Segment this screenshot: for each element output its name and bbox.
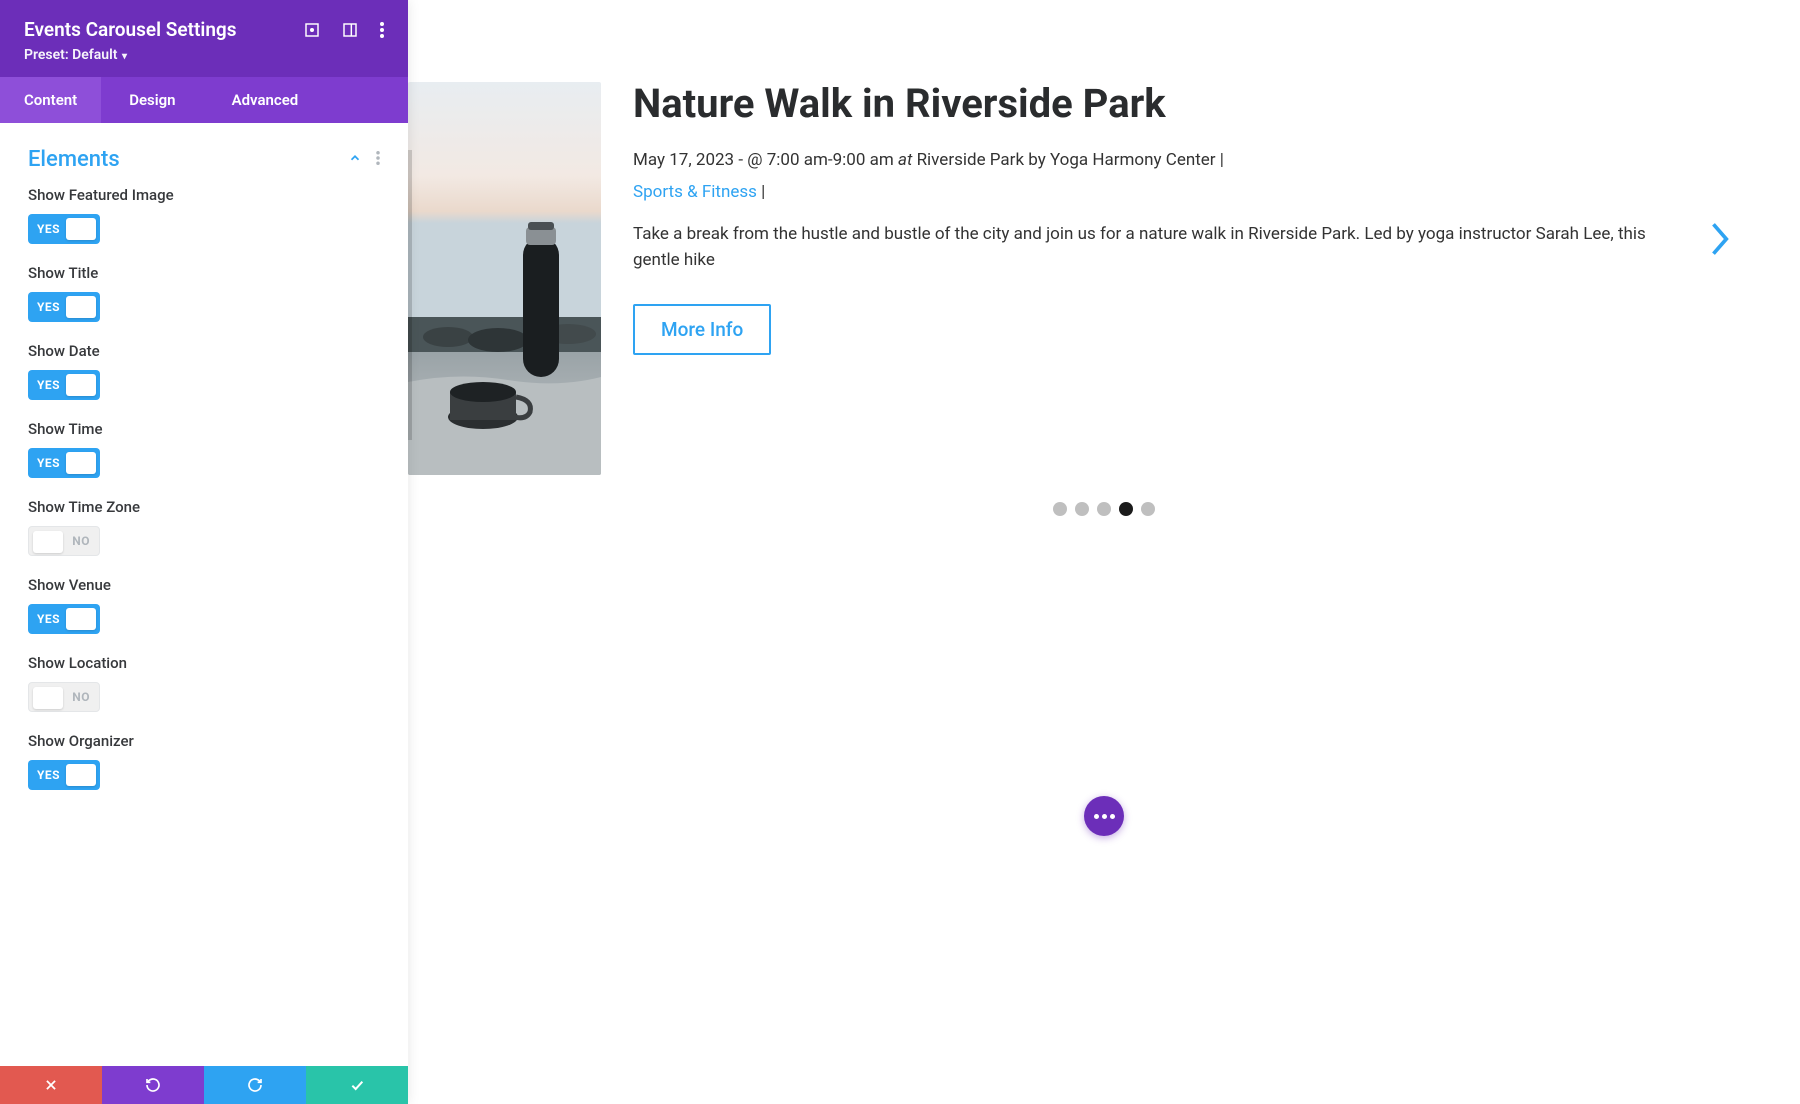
field-label: Show Venue [28,576,380,594]
tab-content[interactable]: Content [0,77,101,123]
field-row: Show Title YES [28,264,380,322]
carousel-next-button[interactable] [1708,220,1730,262]
collapse-icon[interactable] [348,150,362,169]
event-at-label: at [898,150,912,170]
event-venue: Riverside Park [917,150,1025,170]
toggle-switch[interactable]: NO [28,526,100,556]
field-label: Show Location [28,654,380,672]
field-label: Show Date [28,342,380,360]
toggle-switch[interactable]: YES [28,214,100,244]
carousel-dot[interactable] [1075,502,1089,516]
section-header: Elements [28,137,380,186]
event-title: Nature Walk in Riverside Park [633,82,1690,126]
panel-title: Events Carousel Settings [24,18,237,41]
tab-advanced[interactable]: Advanced [204,77,327,123]
carousel-dot[interactable] [1119,502,1133,516]
preview-shadow [408,150,412,440]
field-row: Show Featured Image YES [28,186,380,244]
event-featured-image [408,82,601,475]
carousel-dots [1053,502,1155,516]
panel-body: Elements Show Featured ImageYESShow Titl… [0,123,408,1066]
panel-tabs: Content Design Advanced [0,77,408,123]
preset-dropdown[interactable]: Preset: Default ▾ [24,47,384,63]
field-row: Show Time Zone NO [28,498,380,556]
event-meta-line2: Sports & Fitness | [633,180,1690,206]
event-category-link[interactable]: Sports & Fitness [633,182,757,202]
more-info-button[interactable]: More Info [633,304,771,355]
event-meta-line: May 17, 2023 - @ 7:00 am-9:00 am at Rive… [633,148,1690,174]
event-time: @ 7:00 am-9:00 am [747,150,893,170]
carousel-dot[interactable] [1053,502,1067,516]
toggle-switch[interactable]: YES [28,760,100,790]
field-label: Show Featured Image [28,186,380,204]
event-date: May 17, 2023 [633,150,734,170]
event-by-label: by [1028,150,1046,170]
event-organizer: Yoga Harmony Center [1050,150,1216,170]
field-row: Show Venue YES [28,576,380,634]
undo-button[interactable] [102,1066,204,1104]
field-row: Show Location NO [28,654,380,712]
tab-design[interactable]: Design [101,77,203,123]
field-label: Show Time [28,420,380,438]
page-settings-fab[interactable] [1084,796,1124,836]
section-more-icon[interactable] [376,150,380,169]
event-card: Nature Walk in Riverside Park May 17, 20… [408,82,1800,475]
toggle-switch[interactable]: YES [28,604,100,634]
focus-mode-icon[interactable] [304,22,320,38]
panel-header-actions [304,22,384,38]
cancel-button[interactable] [0,1066,102,1104]
carousel-dot[interactable] [1141,502,1155,516]
panel-footer [0,1066,408,1104]
field-label: Show Title [28,264,380,282]
toggle-switch[interactable]: YES [28,370,100,400]
settings-panel: Events Carousel Settings Preset: Default… [0,0,408,1104]
field-label: Show Time Zone [28,498,380,516]
preview-area: Nature Walk in Riverside Park May 17, 20… [408,0,1800,1104]
redo-button[interactable] [204,1066,306,1104]
confirm-button[interactable] [306,1066,408,1104]
view-mode-icon[interactable] [342,22,358,38]
toggle-switch[interactable]: NO [28,682,100,712]
toggle-switch[interactable]: YES [28,292,100,322]
field-row: Show Time YES [28,420,380,478]
toggle-switch[interactable]: YES [28,448,100,478]
carousel-dot[interactable] [1097,502,1111,516]
field-row: Show Date YES [28,342,380,400]
more-options-icon[interactable] [380,22,384,38]
section-title: Elements [28,147,120,172]
event-description: Take a break from the hustle and bustle … [633,221,1690,274]
panel-header: Events Carousel Settings Preset: Default… [0,0,408,77]
field-row: Show Organizer YES [28,732,380,790]
field-label: Show Organizer [28,732,380,750]
